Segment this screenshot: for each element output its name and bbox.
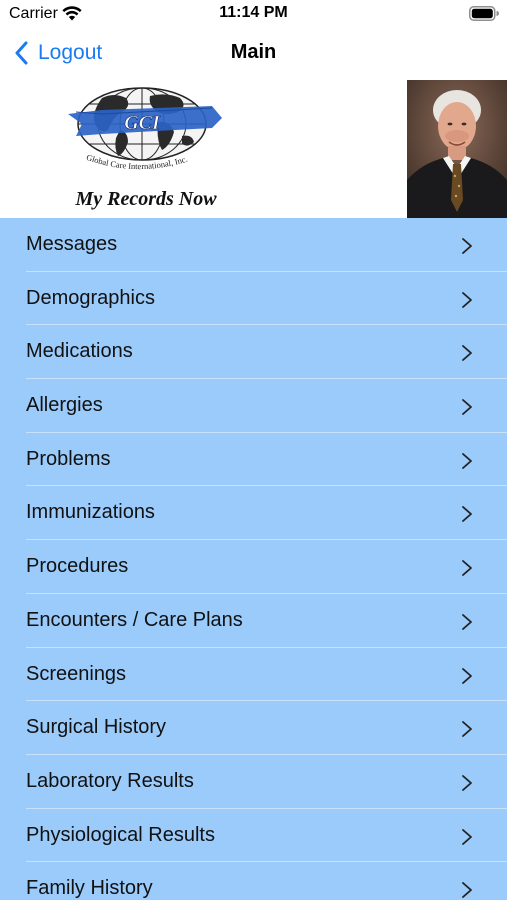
chevron-right-icon [462,613,472,630]
menu-item-screenings[interactable]: Screenings [0,648,507,702]
chevron-right-icon [462,345,472,362]
menu-item-label: Surgical History [26,716,167,739]
menu-item-label: Procedures [26,555,129,578]
menu-item-label: Medications [26,340,133,363]
chevron-right-icon [462,560,472,577]
page-title: Main [230,41,277,63]
user-profile-photo [407,80,507,218]
chevron-right-icon [462,452,472,469]
menu-item-encounters-care-plans[interactable]: Encounters / Care Plans [0,594,507,648]
status-time: 11:14 PM [219,4,288,21]
menu-item-label: Immunizations [26,501,155,524]
status-bar: Carrier 11:14 PM [0,0,507,30]
menu-item-physiological-results[interactable]: Physiological Results [0,809,507,863]
chevron-right-icon [462,828,472,845]
logo-lettering: GCI [124,112,161,134]
chevron-right-icon [462,506,472,523]
navigation-bar: Logout Main [0,30,507,76]
menu-item-laboratory-results[interactable]: Laboratory Results [0,755,507,809]
chevron-right-icon [462,667,472,684]
menu-item-label: Physiological Results [26,823,215,846]
app-screen: Carrier 11:14 PM Logout Main GCI Global … [0,0,507,900]
menu-item-family-history[interactable]: Family History [0,862,507,900]
menu-item-label: Messages [26,233,118,255]
chevron-right-icon [462,721,472,738]
chevron-right-icon [462,238,472,254]
menu-item-problems[interactable]: Problems [0,433,507,487]
chevron-right-icon [462,399,472,415]
header-banner: GCI Global Care International, Inc. My R… [0,76,507,218]
menu-item-messages[interactable]: Messages [0,218,507,272]
menu-item-label: Family History [26,877,153,900]
menu-item-allergies[interactable]: Allergies [0,379,507,433]
chevron-right-icon [462,882,472,899]
chevron-right-icon [462,291,472,308]
menu-item-surgical-history[interactable]: Surgical History [0,701,507,755]
menu-item-medications[interactable]: Medications [0,325,507,379]
battery-icon [469,6,499,21]
menu-item-label: Allergies [26,394,103,417]
menu-item-procedures[interactable]: Procedures [0,540,507,594]
app-tagline: My Records Now [75,188,217,210]
menu-item-immunizations[interactable]: Immunizations [0,486,507,540]
menu-item-label: Screenings [26,662,127,685]
menu-item-label: Laboratory Results [26,769,194,792]
menu-item-label: Encounters / Care Plans [26,608,243,631]
menu-item-label: Problems [26,447,111,470]
main-menu-list: Messages Demographics Medications Allerg… [0,218,507,900]
menu-item-demographics[interactable]: Demographics [0,272,507,326]
menu-item-label: Demographics [26,286,155,309]
chevron-right-icon [462,774,472,791]
